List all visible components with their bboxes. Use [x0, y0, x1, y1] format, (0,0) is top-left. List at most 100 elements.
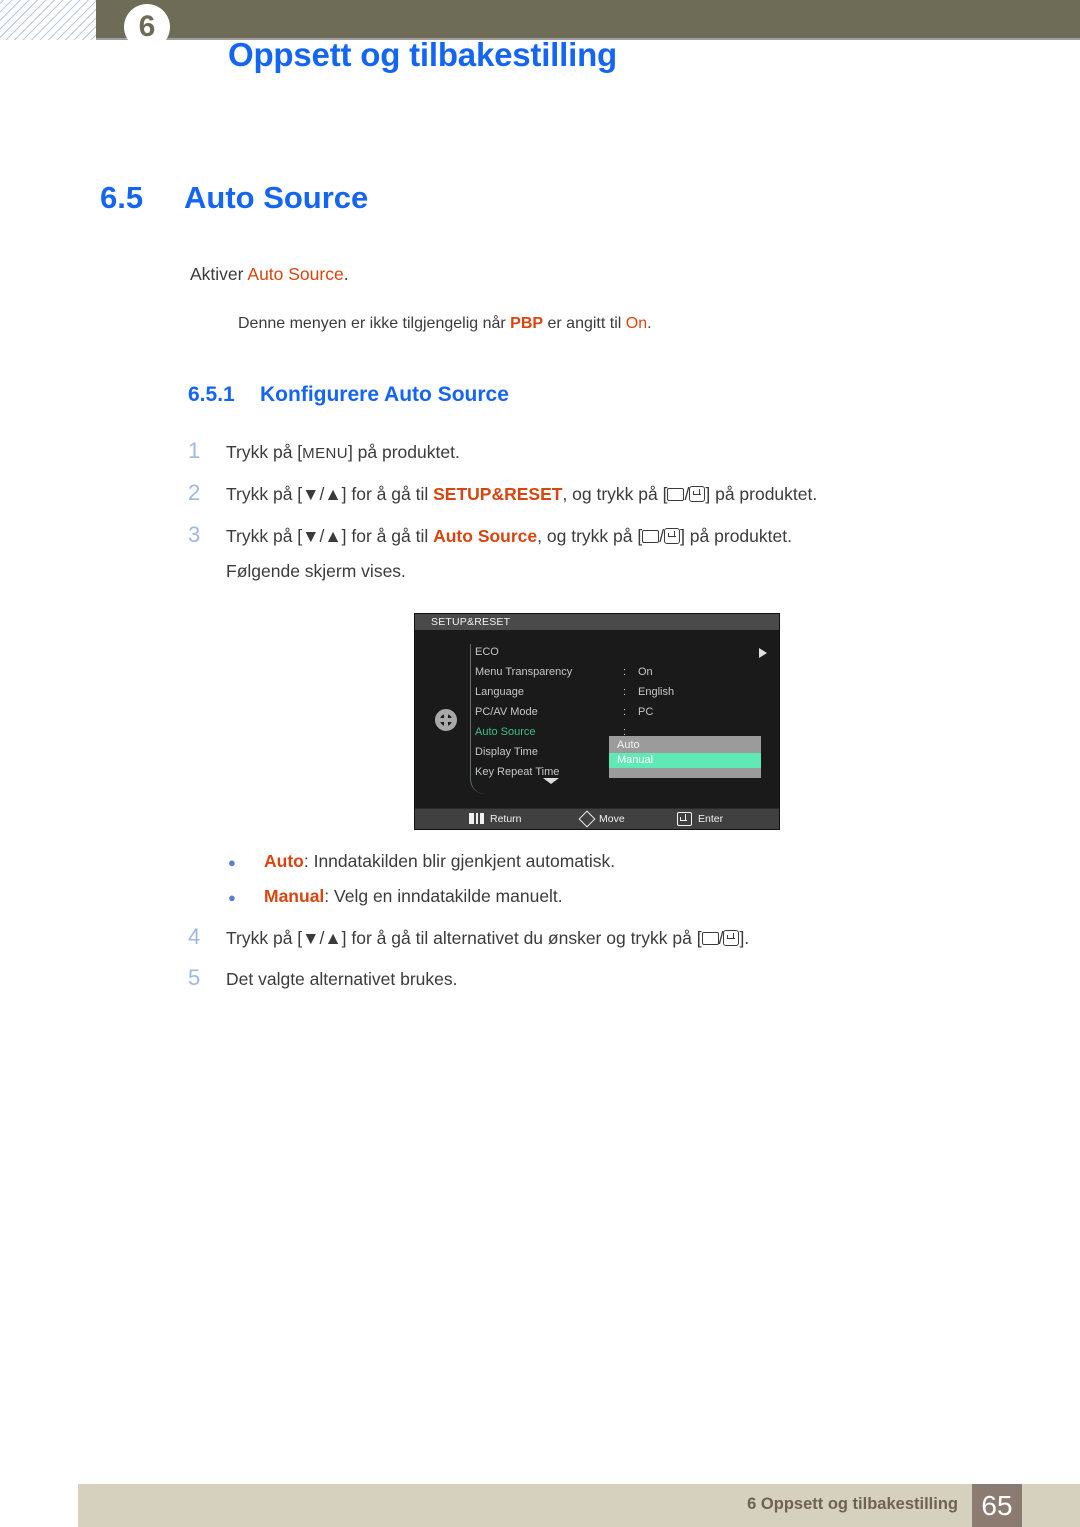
- page-number: 65: [972, 1484, 1022, 1527]
- note-term-pbp: PBP: [510, 314, 544, 332]
- osd-row-eco[interactable]: ECO: [475, 642, 775, 662]
- step-text-part: ] på produktet.: [347, 441, 460, 462]
- note-part-1: Denne menyen er ikke tilgjengelig når: [238, 314, 511, 332]
- options-bullet-list: ● Auto: Inndatakilden blir gjenkjent aut…: [0, 851, 1080, 921]
- section-title: Auto Source: [184, 180, 369, 215]
- step-item: 3 Trykk på [▼/▲] for å gå til Auto Sourc…: [188, 519, 1080, 561]
- osd-row-value: English: [638, 685, 675, 698]
- bullet-description: : Inndatakilden blir gjenkjent automatis…: [303, 850, 616, 871]
- bullet-description: : Velg en inndatakilde manuelt.: [324, 885, 563, 906]
- auto-source-dropdown[interactable]: Auto Manual: [609, 735, 761, 778]
- osd-title-bar: SETUP&RESET: [415, 613, 779, 630]
- osd-move-button[interactable]: Move: [578, 809, 625, 829]
- bullet-item: ● Manual: Velg en inndatakilde manuelt.: [228, 886, 1080, 921]
- step-text-part: Trykk på [▼/▲] for å gå til: [226, 525, 434, 546]
- osd-enter-button[interactable]: Enter: [677, 809, 723, 829]
- step-number: 2: [188, 479, 201, 505]
- osd-row-colon: :: [623, 665, 627, 678]
- osd-bottom-bar: Return Move Enter: [415, 807, 779, 829]
- osd-row-menu-transparency[interactable]: Menu Transparency : On: [475, 662, 775, 682]
- osd-row-pc-av-mode[interactable]: PC/AV Mode : PC: [475, 702, 775, 722]
- osd-row-label: ECO: [475, 645, 499, 658]
- chapter-number-badge: 6: [124, 4, 170, 50]
- step-number: 3: [188, 521, 201, 547]
- step-subtext: Følgende skjerm vises.: [226, 560, 406, 581]
- step-text-part: Trykk på [: [226, 441, 303, 462]
- osd-screenshot: SETUP&RESET ECO Menu Transparency : On L…: [415, 613, 779, 829]
- osd-button-label: Move: [599, 812, 625, 825]
- source-key-icon: [642, 529, 660, 543]
- step-text-part: , og trykk på [: [537, 525, 643, 546]
- step-item: 4 Trykk på [▼/▲] for å gå til alternativ…: [188, 921, 1080, 963]
- osd-button-label: Return: [490, 812, 522, 825]
- step-text: Trykk på [▼/▲] for å gå til Auto Source,…: [226, 524, 792, 549]
- osd-row-label: Display Time: [475, 745, 538, 758]
- menu-keycap-label: MENU: [302, 444, 348, 462]
- menu-bars-icon: [469, 813, 484, 825]
- diamond-icon: [578, 810, 596, 828]
- osd-row-label: Language: [475, 685, 524, 698]
- page-footer: 6 Oppsett og tilbakestilling 65: [78, 1484, 1080, 1527]
- bullet-dot-icon: ●: [228, 889, 236, 905]
- steps-list: 1 Trykk på [MENU] på produktet. 2 Trykk …: [0, 435, 1080, 1004]
- osd-row-value: PC: [638, 705, 654, 718]
- step-text-part: Trykk på [▼/▲] for å gå til alternativet…: [226, 927, 702, 948]
- enter-key-icon: [689, 485, 706, 502]
- subsection-heading: 6.5.1 Konfigurere Auto Source: [188, 383, 1080, 407]
- note-part-3: .: [647, 314, 652, 332]
- step-text: Trykk på [▼/▲] for å gå til SETUP&RESET,…: [226, 482, 817, 507]
- subsection-number: 6.5.1: [188, 382, 235, 406]
- osd-button-label: Enter: [698, 812, 724, 825]
- subsection-title: Konfigurere Auto Source: [260, 382, 509, 406]
- lead-after: .: [343, 264, 349, 284]
- lead-paragraph: Aktiver Auto Source.: [190, 262, 1080, 287]
- dropdown-option-auto[interactable]: Auto: [609, 738, 761, 753]
- step-text: Det valgte alternativet brukes.: [226, 969, 458, 990]
- step-item: 5 Det valgte alternativet brukes.: [188, 962, 1080, 1004]
- chapter-header-bar: [96, 0, 1080, 38]
- osd-row-label: PC/AV Mode: [475, 705, 538, 718]
- bullet-term: Manual: [264, 885, 325, 906]
- corner-hatch-decoration: [0, 0, 96, 40]
- chevron-right-icon: [759, 647, 767, 658]
- lead-term: Auto Source: [247, 264, 344, 284]
- bullet-term: Auto: [264, 850, 304, 871]
- step-text-part: ].: [739, 927, 750, 948]
- dropdown-option-manual[interactable]: Manual: [609, 752, 761, 768]
- footer-chapter-label: 6 Oppsett og tilbakestilling: [747, 1495, 958, 1513]
- step-text-part: , og trykk på [: [562, 483, 668, 504]
- osd-row-language[interactable]: Language : English: [475, 682, 775, 702]
- bullet-text: Auto: Inndatakilden blir gjenkjent autom…: [264, 851, 615, 872]
- enter-key-icon: [664, 527, 681, 544]
- note-paragraph: Denne menyen er ikke tilgjengelig når PB…: [238, 313, 1080, 335]
- bullet-text: Manual: Velg en inndatakilde manuelt.: [264, 886, 563, 907]
- bullet-item: ● Auto: Inndatakilden blir gjenkjent aut…: [228, 851, 1080, 886]
- enter-key-icon: [723, 929, 740, 946]
- step-text: Trykk på [▼/▲] for å gå til alternativet…: [226, 926, 749, 951]
- source-key-icon: [701, 931, 719, 945]
- step-number: 4: [188, 923, 201, 949]
- osd-return-button[interactable]: Return: [469, 809, 522, 829]
- lead-before: Aktiver: [190, 264, 248, 284]
- section-number: 6.5: [100, 180, 144, 215]
- source-key-icon: [667, 487, 685, 501]
- osd-row-colon: :: [623, 705, 627, 718]
- enter-key-icon: [677, 811, 692, 826]
- chevron-down-icon[interactable]: [543, 777, 559, 784]
- note-term-on: On: [625, 314, 648, 332]
- osd-row-colon: :: [623, 685, 627, 698]
- osd-row-label: Auto Source: [475, 725, 536, 738]
- page-content: 6.5 Auto Source Aktiver Auto Source. Den…: [0, 180, 1080, 1004]
- step-number: 1: [188, 437, 201, 463]
- step-text: Trykk på [MENU] på produktet.: [226, 440, 460, 465]
- note-part-2: er angitt til: [543, 314, 626, 332]
- step-term-auto-source: Auto Source: [433, 525, 538, 546]
- step-text-part: Trykk på [▼/▲] for å gå til: [226, 483, 434, 504]
- step-text-part: ] på produktet.: [680, 525, 792, 546]
- step-term-setup-reset: SETUP&RESET: [433, 483, 563, 504]
- step-number: 5: [188, 965, 201, 991]
- osd-title: SETUP&RESET: [431, 615, 511, 628]
- osd-row-value: On: [638, 665, 653, 678]
- gear-icon: [435, 708, 457, 731]
- chapter-title: Oppsett og tilbakestilling: [228, 36, 617, 73]
